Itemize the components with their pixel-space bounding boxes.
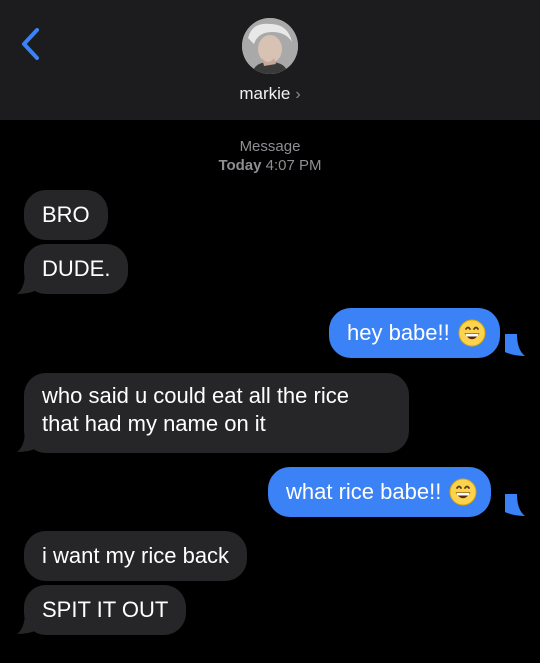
timestamp-day: Today bbox=[218, 157, 262, 174]
timestamp: Today 4:07 PM bbox=[0, 156, 540, 175]
contact-name: markie bbox=[239, 84, 291, 103]
message-bubble-incoming[interactable]: who said u could eat all the rice that h… bbox=[24, 373, 409, 453]
message-bubble-incoming[interactable]: i want my rice back bbox=[24, 531, 248, 581]
back-button[interactable] bbox=[12, 24, 48, 64]
message-text: who said u could eat all the rice that h… bbox=[42, 383, 349, 436]
service-label: Message bbox=[239, 138, 301, 155]
contact-avatar[interactable] bbox=[242, 18, 298, 74]
conversation-header: markie › bbox=[0, 0, 540, 120]
message-text: i want my rice back bbox=[42, 543, 230, 568]
grinning-face-emoji bbox=[458, 319, 486, 347]
message-text: BRO bbox=[42, 202, 90, 227]
grinning-face-emoji bbox=[449, 478, 477, 506]
message-text: DUDE. bbox=[42, 256, 111, 281]
message-bubble-incoming[interactable]: SPIT IT OUT bbox=[24, 585, 187, 635]
bubble-tail-outgoing bbox=[505, 334, 525, 356]
chevron-right-icon: › bbox=[295, 86, 301, 103]
message-text: what rice babe!! bbox=[286, 479, 442, 504]
chevron-left-icon bbox=[22, 28, 39, 60]
message-bubble-outgoing[interactable]: what rice babe!! bbox=[268, 467, 492, 517]
message-text: SPIT IT OUT bbox=[42, 597, 169, 622]
avatar-photo bbox=[242, 18, 298, 74]
timestamp-time: 4:07 PM bbox=[265, 157, 322, 174]
message-bubble-incoming[interactable]: BRO bbox=[24, 190, 108, 240]
message-bubble-incoming[interactable]: DUDE. bbox=[24, 244, 129, 294]
contact-name-button[interactable]: markie › bbox=[0, 84, 540, 104]
message-bubble-outgoing[interactable]: hey babe!! bbox=[329, 308, 500, 358]
message-text: hey babe!! bbox=[347, 320, 450, 345]
bubble-tail-outgoing bbox=[505, 494, 525, 516]
